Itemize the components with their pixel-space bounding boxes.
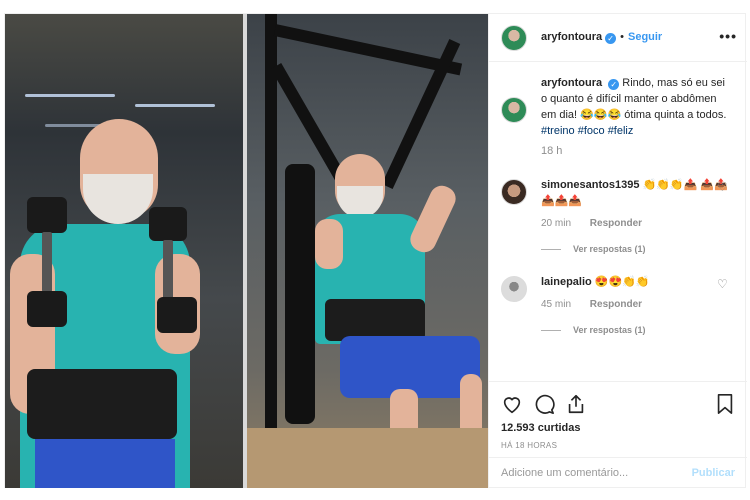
comment-input[interactable] [501, 467, 692, 479]
instagram-post: aryfontoura ✓ • Seguir ••• aryfontoura ✓ Ri… [4, 13, 747, 488]
likes-count[interactable]: 12.593 curtidas [501, 422, 735, 434]
post-photo[interactable] [5, 14, 488, 488]
like-comment-heart-icon[interactable]: ♡ [717, 278, 729, 290]
verified-badge-icon: ✓ [605, 33, 617, 44]
ellipsis-icon[interactable]: ••• [719, 28, 737, 44]
replies-line [541, 329, 561, 331]
caption-time: 18 h [541, 145, 563, 157]
comment-text: 😍😍👏👏 [594, 276, 650, 288]
view-replies-button[interactable]: Ver respostas (1) [541, 325, 737, 335]
hashtag-treino[interactable]: #treino [541, 125, 575, 137]
avatar[interactable] [501, 24, 527, 51]
reply-button[interactable]: Responder [590, 299, 642, 310]
publish-button[interactable]: Publicar [692, 467, 735, 479]
photo-left-half [5, 14, 245, 488]
hashtag-foco[interactable]: #foco [578, 125, 605, 137]
caption-avatar[interactable] [501, 97, 527, 123]
post-actions: 12.593 curtidas HÁ 18 HORAS [489, 381, 747, 457]
photo-divider [243, 14, 247, 488]
comment-time: 20 min [541, 218, 572, 229]
follow-button[interactable]: Seguir [628, 31, 662, 43]
separator-dot: • [620, 31, 624, 43]
verified-badge-icon: ✓ [608, 79, 620, 90]
comment-username[interactable]: lainepalio [541, 276, 592, 288]
photo-right-half [245, 14, 488, 488]
caption-username[interactable]: aryfontoura [541, 77, 602, 89]
like-comment-heart-icon[interactable]: ♡ [717, 181, 729, 193]
header-username[interactable]: aryfontoura [541, 31, 602, 43]
view-replies-button[interactable]: Ver respostas (1) [541, 244, 737, 254]
hashtag-feliz[interactable]: #feliz [608, 125, 634, 137]
comment-time: 45 min [541, 299, 572, 310]
bookmark-icon[interactable] [715, 393, 735, 415]
list-item: lainepalio 😍😍👏👏 45 min Responder ♡ [501, 274, 737, 313]
reply-button[interactable]: Responder [590, 218, 642, 229]
share-icon[interactable] [565, 393, 587, 415]
post-timestamp: HÁ 18 HORAS [501, 441, 558, 450]
view-replies-label: Ver respostas (1) [573, 325, 646, 335]
view-replies-label: Ver respostas (1) [573, 244, 646, 254]
replies-line [541, 248, 561, 250]
heart-icon[interactable] [501, 393, 523, 415]
avatar[interactable] [501, 179, 527, 205]
caption: aryfontoura ✓ Rindo, mas só eu sei o qua… [501, 75, 737, 157]
add-comment-bar: Publicar [489, 457, 747, 488]
comment-username[interactable]: simonesantos1395 [541, 179, 639, 191]
post-header: aryfontoura ✓ • Seguir ••• [489, 14, 747, 62]
avatar[interactable] [501, 276, 527, 302]
list-item: simonesantos1395 👏👏👏📤 📤📤📤📤📤 20 min Respo… [501, 177, 737, 232]
comment-icon[interactable] [533, 393, 555, 415]
post-side-panel: aryfontoura ✓ • Seguir ••• aryfontoura ✓ Ri… [488, 14, 747, 488]
comments-list: aryfontoura ✓ Rindo, mas só eu sei o qua… [489, 63, 747, 381]
